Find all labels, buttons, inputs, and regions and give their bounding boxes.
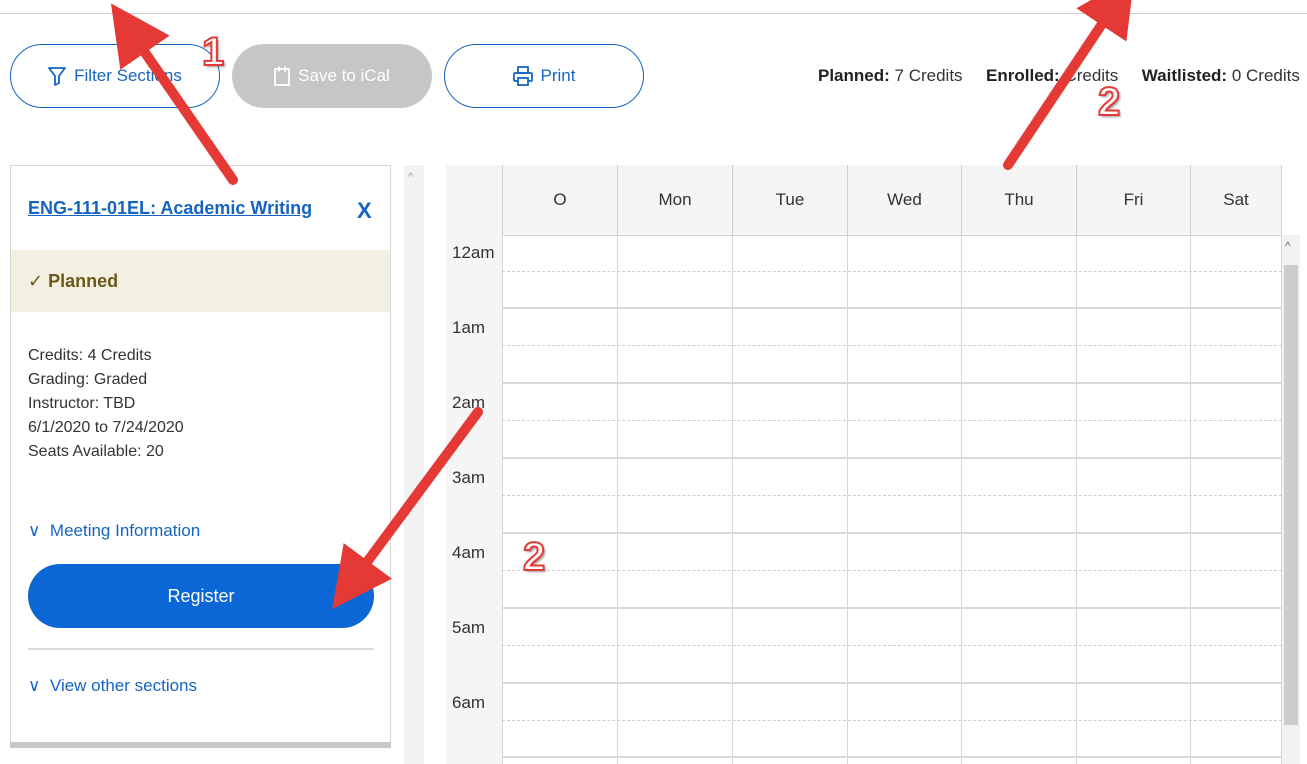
date-range-detail: 6/1/2020 to 7/24/2020 — [28, 419, 184, 436]
time-label-4am: 4am — [452, 543, 486, 562]
save-to-ical-button[interactable]: Save to iCal — [232, 44, 432, 108]
time-label-1am: 1am — [452, 318, 486, 337]
register-button[interactable]: Register — [28, 564, 374, 628]
calendar-grid[interactable] — [502, 235, 1282, 764]
day-header-sat: Sat — [1190, 165, 1282, 235]
waitlisted-credits-value: 0 Credits — [1231, 66, 1300, 85]
course-details: Credits: 4 Credits Grading: Graded Instr… — [28, 344, 184, 464]
day-header-thu: Thu — [961, 165, 1076, 235]
planned-status-label: ✓ Planned — [28, 270, 119, 291]
week-calendar: O Mon Tue Wed Thu Fri Sat 12am 1am 2am 3… — [446, 165, 1282, 764]
seats-detail: Seats Available: 20 — [28, 443, 164, 460]
enrolled-credits-label: Enrolled: — [986, 66, 1060, 85]
save-to-ical-label: Save to iCal — [298, 66, 390, 85]
filter-sections-button[interactable]: Filter Sections — [10, 44, 220, 108]
close-icon[interactable]: X — [357, 198, 372, 224]
view-other-sections-toggle[interactable]: ∨ View other sections — [28, 676, 197, 696]
annotation-number-2-top: 2 — [1097, 79, 1121, 125]
register-label: Register — [167, 585, 235, 606]
calendar-header: O Mon Tue Wed Thu Fri Sat — [446, 165, 1282, 236]
meeting-information-toggle[interactable]: ∨ Meeting Information — [28, 521, 200, 541]
day-header-fri: Fri — [1076, 165, 1190, 235]
time-label-12am: 12am — [452, 243, 495, 262]
day-header-mon: Mon — [617, 165, 732, 235]
course-title-link[interactable]: ENG-111-01EL: Academic Writing — [28, 198, 312, 219]
calendar-scrollbar[interactable]: ^ — [1282, 235, 1300, 764]
credits-detail: Credits: 4 Credits — [28, 347, 152, 364]
grading-detail: Grading: Graded — [28, 371, 148, 388]
instructor-detail: Instructor: TBD — [28, 395, 136, 412]
annotation-number-1: 1 — [201, 29, 225, 75]
waitlisted-credits-label: Waitlisted: — [1141, 66, 1228, 85]
filter-sections-label: Filter Sections — [74, 66, 182, 85]
planned-status-bar: ✓ Planned — [11, 250, 390, 312]
scrollbar-thumb[interactable] — [1284, 265, 1298, 725]
view-other-sections-label: View other sections — [49, 676, 198, 695]
card-divider — [28, 648, 374, 650]
time-column: 12am 1am 2am 3am 4am 5am 6am — [446, 235, 502, 764]
time-label-5am: 5am — [452, 618, 486, 637]
print-button[interactable]: Print — [444, 44, 644, 108]
credits-summary: Planned: 7 Credits Enrolled: Credits Wai… — [818, 66, 1300, 86]
time-label-2am: 2am — [452, 393, 486, 412]
time-label-3am: 3am — [452, 468, 486, 487]
scroll-up-icon[interactable]: ^ — [1285, 239, 1291, 253]
print-icon — [512, 66, 533, 86]
chevron-down-icon: ∨ — [28, 676, 41, 695]
planned-credits-label: Planned: — [818, 66, 890, 85]
card-bottom-border — [10, 742, 391, 748]
chevron-down-icon: ∨ — [28, 521, 41, 540]
calendar-icon — [274, 66, 291, 86]
course-card: ENG-111-01EL: Academic Writing X ✓ Plann… — [10, 165, 391, 745]
day-header-tue: Tue — [732, 165, 847, 235]
day-header-sun: O — [502, 165, 617, 235]
day-header-wed: Wed — [847, 165, 961, 235]
left-scrollbar[interactable]: ^ — [404, 165, 424, 764]
top-divider — [0, 13, 1307, 14]
scroll-up-icon[interactable]: ^ — [408, 171, 413, 183]
time-label-6am: 6am — [452, 693, 486, 712]
annotation-number-2-bottom: 2 — [522, 534, 546, 580]
print-label: Print — [540, 66, 576, 85]
filter-icon — [48, 67, 67, 86]
meeting-information-label: Meeting Information — [49, 521, 201, 540]
planned-credits-value: 7 Credits — [894, 66, 963, 85]
